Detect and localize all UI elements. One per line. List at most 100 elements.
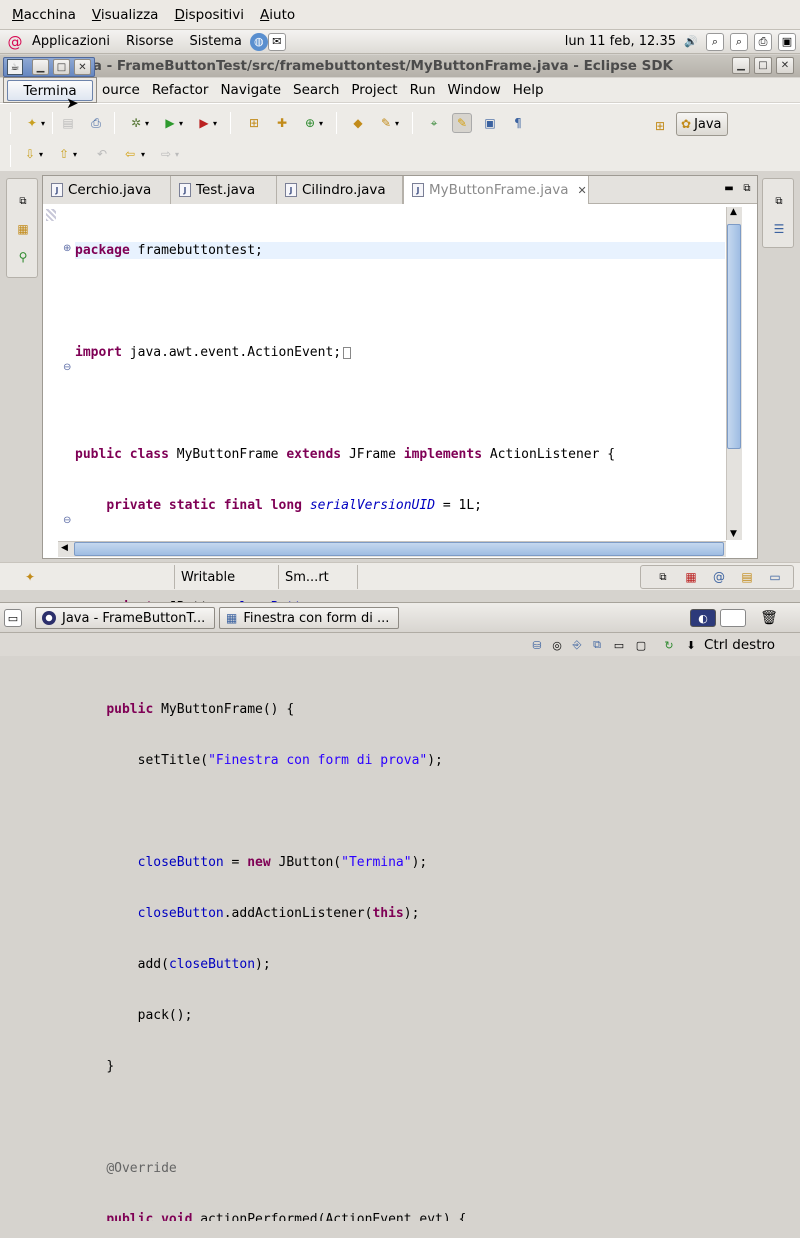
scroll-up-arrow-icon[interactable]: ▲ [730,207,737,217]
maximize-editor-icon[interactable]: ⧉ [737,178,757,198]
back-icon[interactable]: ⇦ [120,144,140,164]
workspace-switcher-icon[interactable]: ◐ [690,609,716,627]
task-eclipse[interactable]: Java - FrameButtonT... [35,607,215,629]
restore-icon[interactable]: ⧉ [653,567,673,587]
declaration-icon[interactable]: ▤ [737,567,757,587]
fold-expand-icon[interactable]: ⊕ [63,243,71,254]
tab-mybuttonframe[interactable]: J MyButtonFrame.java ✕ [403,176,589,204]
dropdown-arrow-icon[interactable]: ▾ [210,113,220,133]
debian-swirl-icon[interactable]: @ [6,33,24,51]
panel-menu-places[interactable]: Risorse [118,34,182,49]
shared-folders-icon[interactable]: ▭ [610,636,628,654]
panel-clock[interactable]: lun 11 feb, 12.35 [565,34,676,49]
scroll-left-arrow-icon[interactable]: ◀ [61,543,68,553]
dropdown-arrow-icon[interactable]: ▾ [138,144,148,164]
minimize-icon[interactable]: ▁ [732,57,750,74]
trash-icon[interactable]: 🗑 [760,609,778,627]
java-perspective-icon: ✿ [681,117,692,131]
mail-client-icon[interactable]: ✉ [267,32,286,51]
open-type-icon[interactable]: ◆ [348,113,368,133]
network-icon[interactable]: ⧉ [588,636,606,654]
code-line: add(closeButton); [137,957,271,972]
menu-search[interactable]: Search [287,82,345,98]
dropdown-arrow-icon[interactable]: ▾ [142,113,152,133]
console-icon[interactable]: ▭ [765,567,785,587]
eclipse-status-bar: ✦ Writable Sm...rt ⧉ ▦ @ ▤ ▭ [0,562,800,590]
capture-icon[interactable]: ▢ [632,636,650,654]
javadoc-icon[interactable]: @ [709,567,729,587]
dropdown-arrow-icon[interactable]: ▾ [70,144,80,164]
dropdown-arrow-icon[interactable]: ▾ [392,113,402,133]
panel-menu-system[interactable]: Sistema [181,34,249,49]
scroll-down-arrow-icon[interactable]: ▼ [730,529,737,539]
printer-icon[interactable]: ⎙ [754,32,772,51]
new-package-icon[interactable]: ✚ [272,113,292,133]
secondary-toolbar: ⇩ ▾ ⇧ ▾ ↶ ⇦ ▾ ⇨ ▾ [0,141,800,171]
fold-collapse-icon[interactable]: ⊖ [63,515,71,526]
search-tool-icon[interactable]: ⌕ [730,32,748,51]
outline-icon[interactable]: ☰ [769,219,789,239]
menu-source[interactable]: ource [96,82,146,98]
show-whitespace-icon[interactable]: ¶ [508,113,528,133]
print-icon[interactable]: ⎙ [86,113,106,133]
lock-screen-icon[interactable]: ▣ [778,32,796,51]
code-line: import java.awt.event.ActionEvent; [75,344,725,361]
open-perspective-icon[interactable]: ⊞ [650,116,670,136]
vm-menu-devices[interactable]: Dispositivi [166,7,252,23]
workspace-icon[interactable] [720,609,746,627]
dropdown-arrow-icon[interactable]: ▾ [38,113,48,133]
package-explorer-icon[interactable]: ▦ [13,219,33,239]
menu-run[interactable]: Run [404,82,442,98]
tab-test[interactable]: J Test.java [171,176,277,204]
close-icon[interactable]: ✕ [776,57,794,74]
fold-collapse-icon[interactable]: ⊖ [63,362,71,373]
volume-icon[interactable]: 🔊 [682,33,700,51]
host-key-icon[interactable]: ⬇ [682,636,700,654]
hierarchy-icon[interactable]: ⚲ [13,247,33,267]
block-selection-icon[interactable]: ▣ [480,113,500,133]
menu-window[interactable]: Window [442,82,507,98]
restore-icon[interactable]: ⧉ [13,191,33,211]
problems-icon[interactable]: ▦ [681,567,701,587]
mark-occurrences-icon[interactable]: ✎ [452,113,472,133]
termina-button[interactable]: Termina [7,80,93,101]
minimize-icon[interactable]: ▁ [32,59,49,75]
vm-menu-machine[interactable]: Macchina [4,7,84,23]
menu-help[interactable]: Help [507,82,550,98]
panel-menu-applications[interactable]: Applicazioni [24,34,118,49]
toggle-breadcrumb-icon[interactable]: ⌖ [424,113,444,133]
close-icon[interactable]: ✕ [74,59,91,75]
vm-menu-help[interactable]: Aiuto [252,7,303,23]
restore-icon[interactable]: ⧉ [769,191,789,211]
dropdown-arrow-icon[interactable]: ▾ [176,113,186,133]
dropdown-arrow-icon[interactable]: ▾ [36,144,46,164]
close-tab-icon[interactable]: ✕ [578,184,587,197]
vm-menu-view[interactable]: Visualizza [84,7,167,23]
maximize-icon[interactable]: □ [754,57,772,74]
usb-icon[interactable]: ⎆ [568,636,586,654]
hard-disk-icon[interactable]: ⛁ [528,636,546,654]
horizontal-scroll-thumb[interactable] [74,542,724,556]
show-desktop-icon[interactable]: ▭ [4,609,22,627]
menu-navigate[interactable]: Navigate [214,82,287,98]
maximize-icon[interactable]: □ [53,59,70,75]
code-area[interactable]: package framebuttontest; import java.awt… [75,208,725,1238]
magnifier-icon[interactable]: ⌕ [706,32,724,51]
eclipse-window-titlebar[interactable]: va - FrameButtonTest/src/framebuttontest… [0,55,800,77]
new-java-project-icon[interactable]: ⊞ [244,113,264,133]
tab-cilindro[interactable]: J Cilindro.java [277,176,403,204]
mouse-integration-icon[interactable]: ↻ [660,636,678,654]
vertical-scroll-thumb[interactable] [727,224,741,449]
menu-refactor[interactable]: Refactor [146,82,215,98]
cd-rom-icon[interactable]: ◎ [548,636,566,654]
dropdown-arrow-icon[interactable]: ▾ [316,113,326,133]
menu-project[interactable]: Project [345,82,403,98]
java-perspective-button[interactable]: ✿ Java [676,112,728,136]
code-line: setTitle("Finestra con form di prova"); [137,753,443,768]
tab-cerchio[interactable]: J Cerchio.java [43,176,171,204]
fast-view-icon[interactable]: ✦ [20,567,40,587]
minimize-editor-icon[interactable]: ▬ [719,178,739,198]
java-frame-titlebar[interactable]: ☕ ▁ □ ✕ [3,57,95,77]
task-java-frame[interactable]: ▦ Finestra con form di ... [219,607,399,629]
web-browser-icon[interactable]: ◍ [249,32,268,51]
